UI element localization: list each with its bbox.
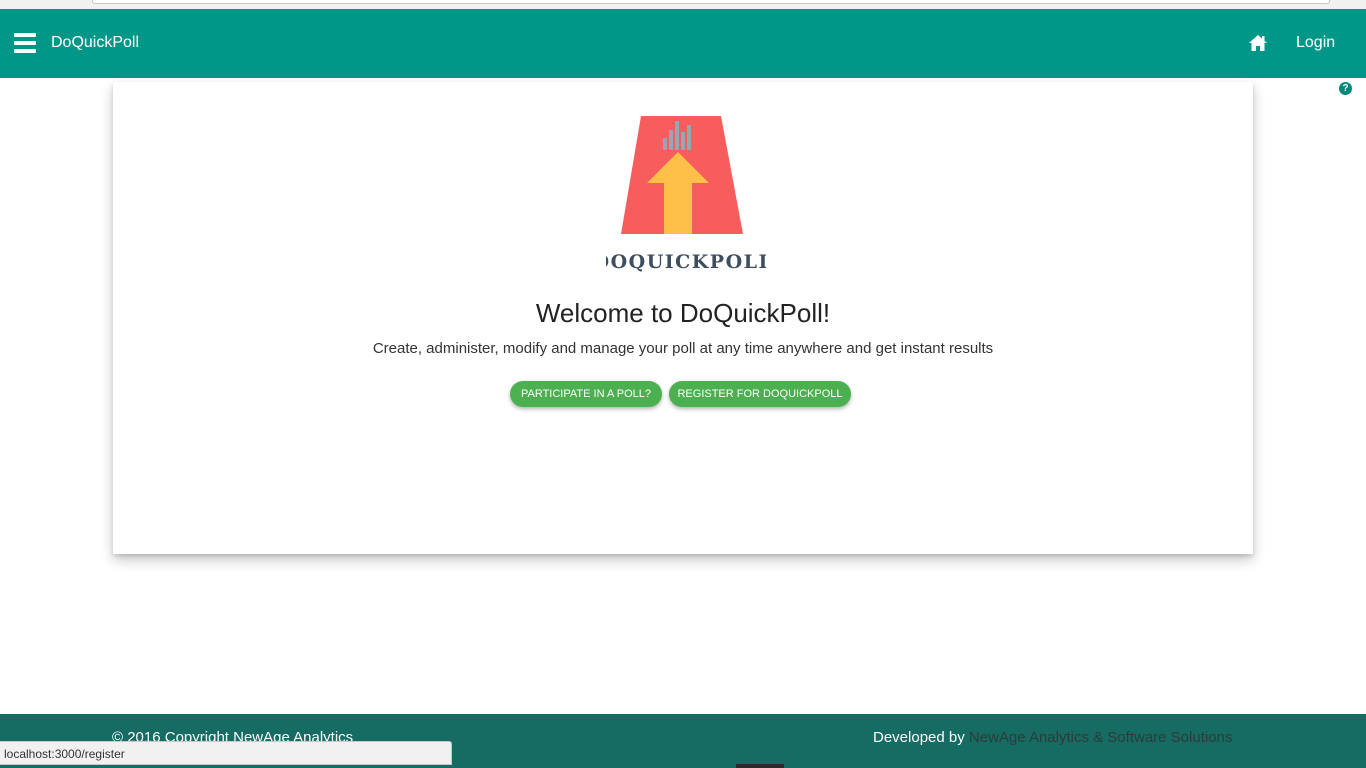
hamburger-menu-icon[interactable]	[14, 33, 36, 53]
browser-toolbar-strip	[0, 0, 1366, 9]
doquickpoll-logo: DOQUICKPOLL	[606, 116, 766, 273]
welcome-card: DOQUICKPOLL Welcome to DoQuickPoll! Crea…	[113, 82, 1253, 554]
footer-developed-by: Developed by NewAge Analytics & Software…	[873, 729, 1232, 746]
welcome-title: Welcome to DoQuickPoll!	[535, 298, 831, 328]
brand-link[interactable]: DoQuickPoll	[51, 34, 139, 52]
browser-status-bar: localhost:3000/register	[0, 741, 452, 765]
home-icon[interactable]	[1248, 33, 1268, 53]
logo-wordmark: DOQUICKPOLL	[606, 251, 766, 273]
question-circle-icon[interactable]: ?	[1339, 82, 1352, 95]
address-bar[interactable]	[92, 0, 1330, 4]
developer-link[interactable]: NewAge Analytics & Software Solutions	[969, 729, 1232, 746]
top-navbar: DoQuickPoll Login	[0, 9, 1366, 78]
developed-by-label: Developed by	[873, 729, 969, 746]
login-link[interactable]: Login	[1296, 34, 1335, 52]
welcome-tagline: Create, administer, modify and manage yo…	[372, 340, 994, 357]
scrollbar-thumb[interactable]	[736, 764, 784, 768]
register-button[interactable]: REGISTER FOR DOQUICKPOLL	[669, 381, 851, 407]
participate-poll-button[interactable]: PARTICIPATE IN A POLL?	[510, 381, 662, 407]
